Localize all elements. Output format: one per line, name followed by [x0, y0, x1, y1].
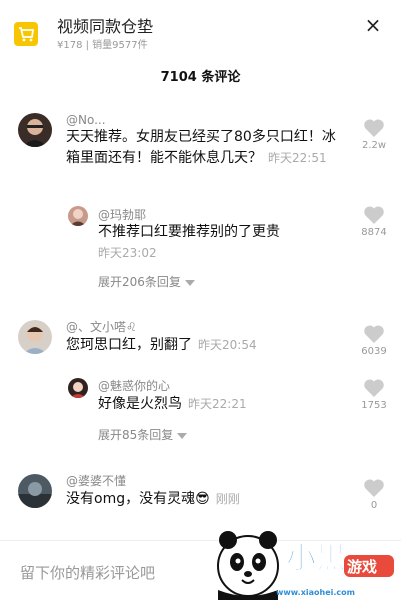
chevron-down-icon	[184, 279, 195, 286]
reply-username[interactable]: @玛勃耶	[98, 206, 146, 223]
comment-time: 刚刚	[215, 492, 240, 506]
comment-count: 7104 条评论	[160, 70, 241, 85]
watermark-url: www.xiaohei.com	[276, 588, 355, 597]
comment-text: 天天推荐。女朋友已经买了80多只口红！冰箱里面还有！能不能休息几天？ 昨天22:5…	[66, 127, 336, 169]
like-button[interactable]: 6039	[354, 324, 394, 357]
product-header: 视频同款仓垫 ¥178 | 销量9577件 ×	[0, 0, 401, 60]
product-title[interactable]: 视频同款仓垫	[57, 13, 153, 37]
heart-icon	[364, 325, 384, 343]
comment-text: 没有omg，没有灵魂😎 刚刚	[66, 489, 336, 510]
expand-replies-button[interactable]: 展开85条回复	[98, 426, 188, 443]
reply-time: 昨天22:21	[188, 397, 247, 411]
like-button[interactable]: 0	[354, 478, 394, 511]
avatar[interactable]	[68, 378, 88, 398]
comment-time: 昨天20:54	[198, 338, 257, 352]
chevron-down-icon	[177, 432, 188, 439]
product-meta: ¥178 | 销量9577件	[57, 40, 148, 51]
comment-username[interactable]: @婆婆不懂	[66, 472, 126, 489]
comment-time: 昨天22:51	[268, 151, 327, 165]
shopping-cart-icon[interactable]	[14, 22, 38, 46]
avatar[interactable]	[18, 320, 52, 354]
expand-replies-label: 展开206条回复	[98, 275, 181, 289]
svg-text:游戏: 游戏	[347, 558, 377, 576]
comment-text: 您珂思口红，别翻了 昨天20:54	[66, 335, 336, 356]
heart-icon	[364, 206, 384, 224]
avatar[interactable]	[18, 474, 52, 508]
avatar[interactable]	[18, 113, 52, 147]
reply-username[interactable]: @魅惑你的心	[98, 377, 170, 394]
like-count: 1753	[361, 400, 387, 411]
comment-body: 您珂思口红，别翻了	[66, 337, 192, 353]
comment-username[interactable]: @、文小嗒♌	[66, 318, 137, 335]
comment-body: 没有omg，没有灵魂😎	[66, 491, 210, 507]
like-count: 8874	[361, 227, 387, 238]
close-button[interactable]: ×	[362, 14, 384, 36]
like-count: 0	[370, 500, 378, 511]
heart-icon	[364, 479, 384, 497]
comment-input[interactable]: 留下你的精彩评论吧	[20, 562, 155, 583]
reply-body: 好像是火烈鸟	[98, 396, 182, 412]
reply-text: 不推荐口红要推荐别的了更贵	[98, 224, 280, 240]
heart-icon	[364, 379, 384, 397]
like-button[interactable]: 8874	[354, 205, 394, 238]
avatar[interactable]	[68, 206, 88, 226]
expand-replies-button[interactable]: 展开206条回复	[98, 273, 195, 290]
comment-username[interactable]: @No...	[66, 113, 106, 127]
like-button[interactable]: 1753	[354, 378, 394, 411]
heart-icon	[364, 119, 384, 137]
reply-time: 昨天23:02	[98, 246, 157, 260]
like-button[interactable]: 2.2w	[354, 118, 394, 151]
svg-text:小黑: 小黑	[286, 541, 346, 576]
expand-replies-label: 展开85条回复	[98, 428, 174, 442]
reply-text: 好像是火烈鸟 昨天22:21	[98, 394, 338, 415]
like-count: 2.2w	[361, 140, 387, 151]
like-count: 6039	[361, 346, 387, 357]
